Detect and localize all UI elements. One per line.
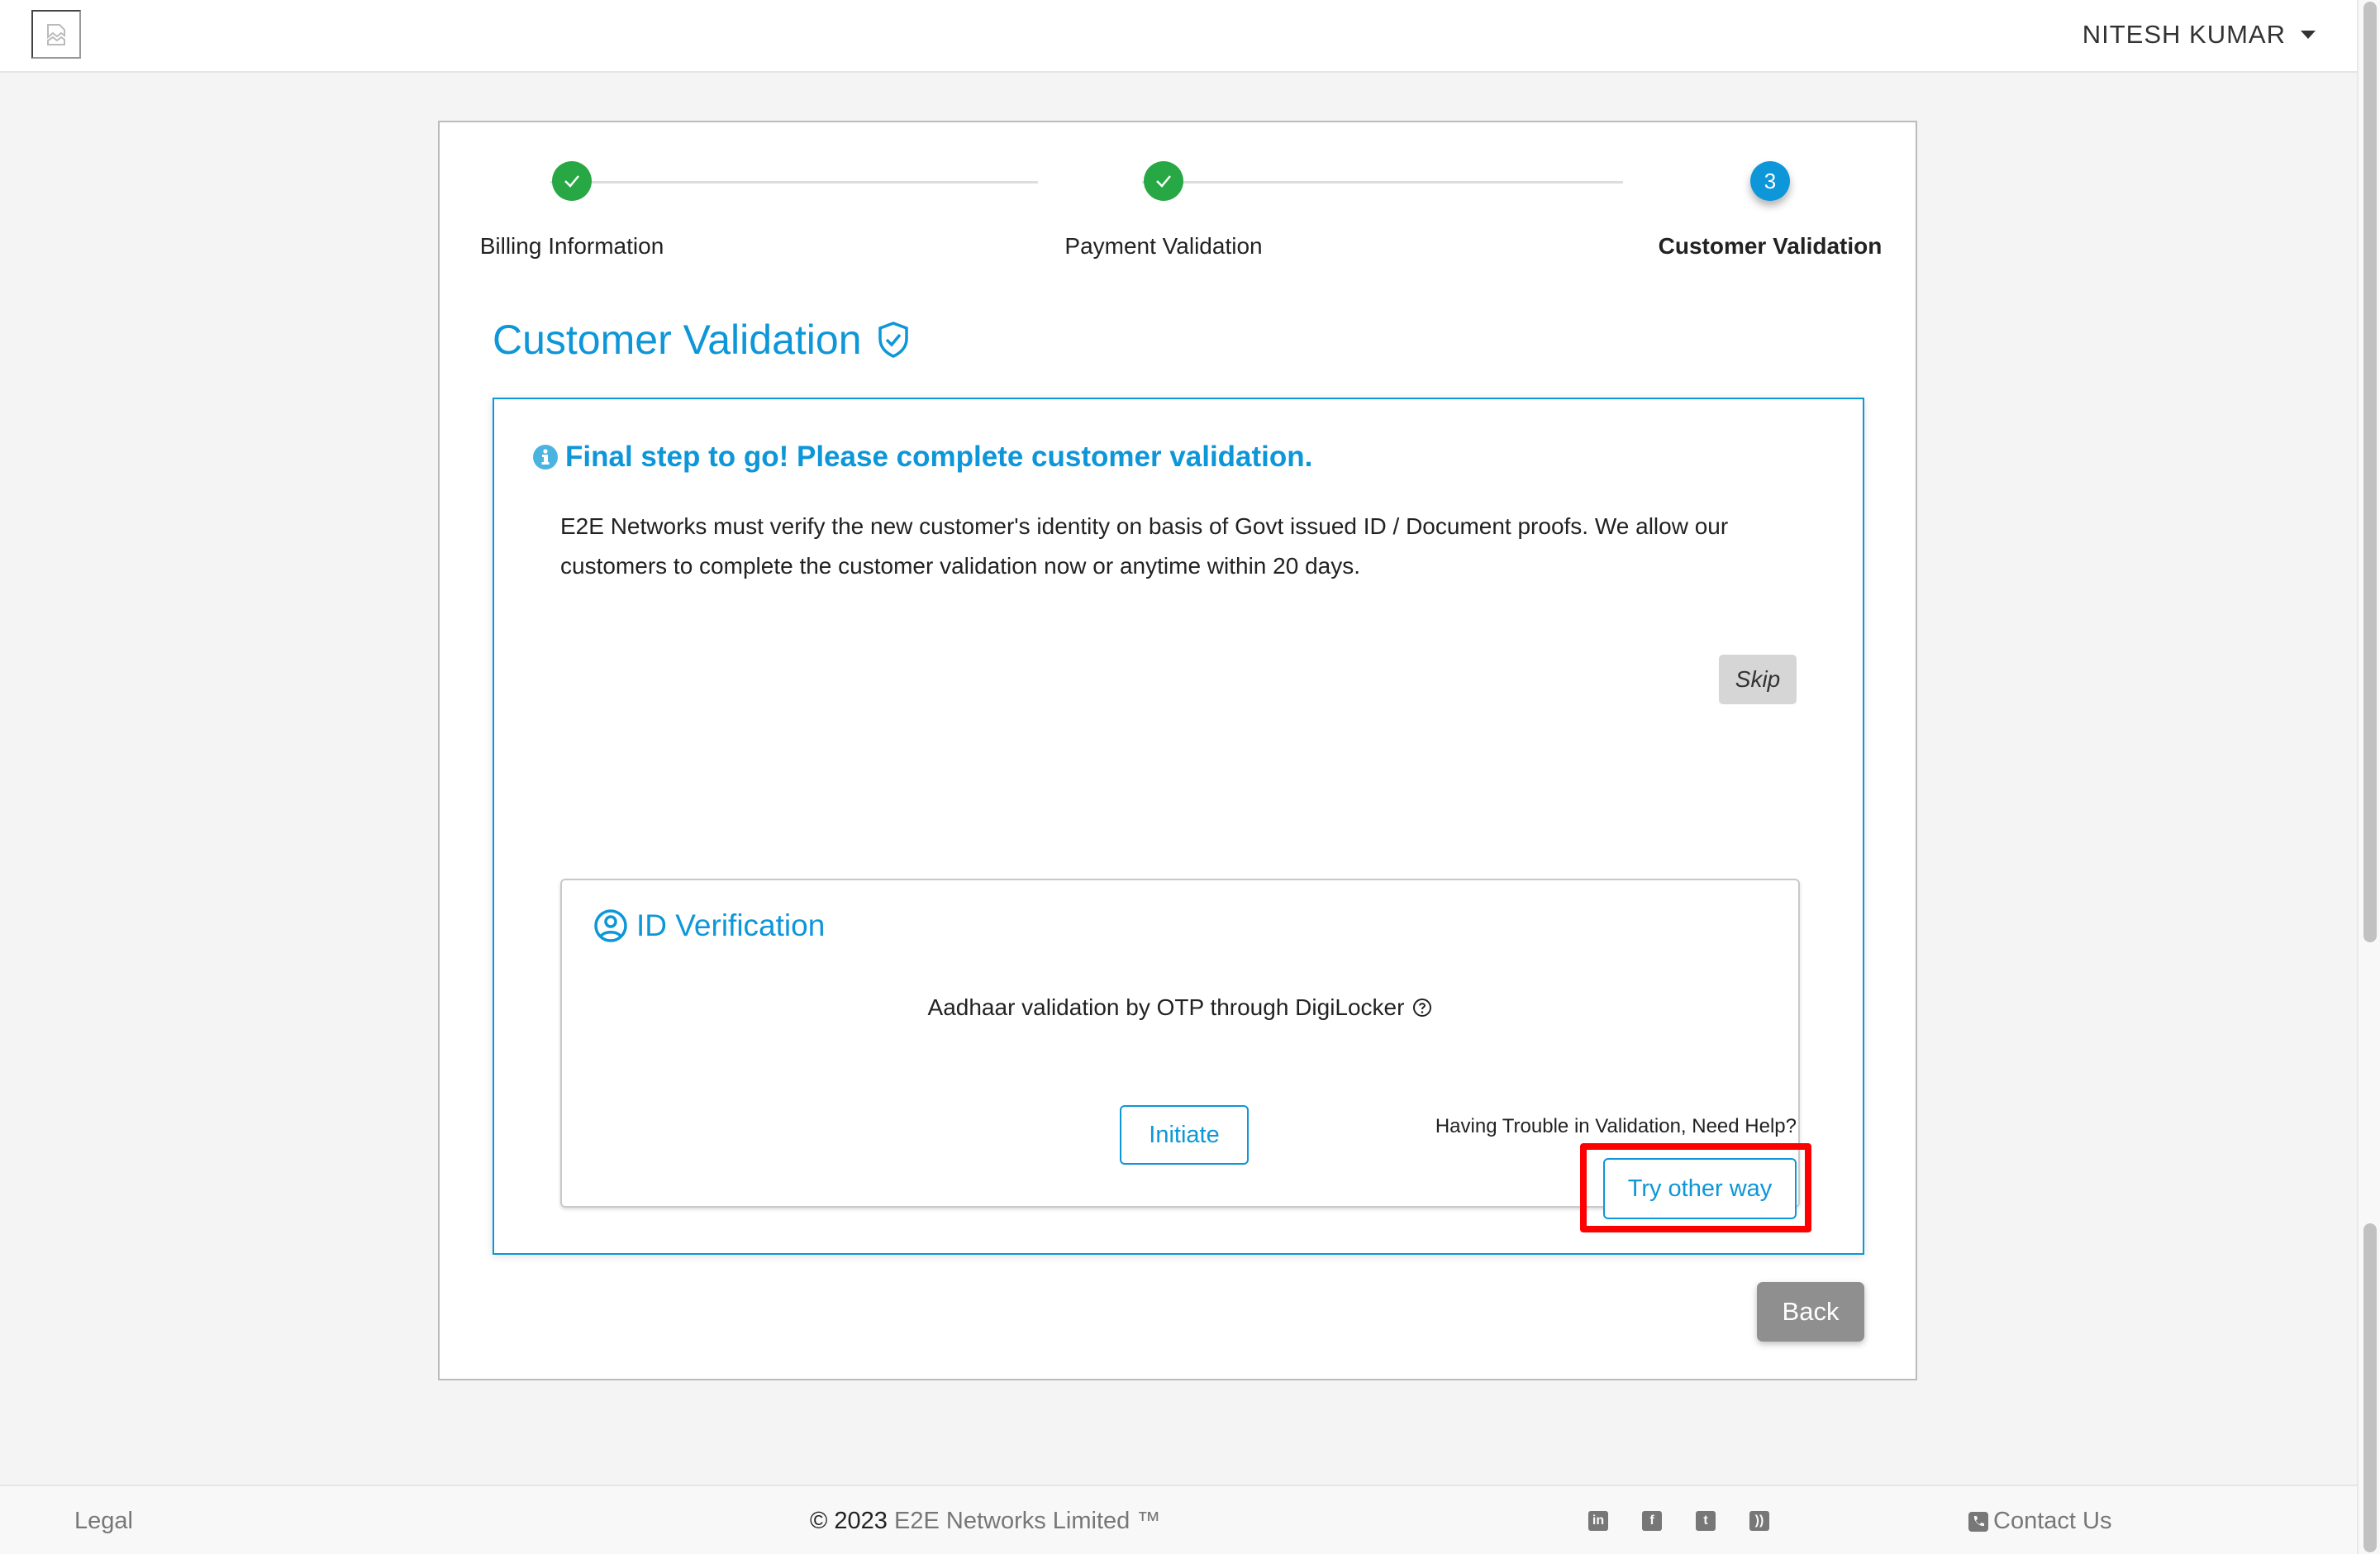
user-menu-dropdown[interactable]: NITESH KUMAR bbox=[2082, 20, 2316, 50]
aadhaar-description-text: Aadhaar validation by OTP through DigiLo… bbox=[927, 994, 1405, 1020]
shield-check-icon bbox=[878, 322, 908, 358]
page-title-text: Customer Validation bbox=[493, 317, 862, 363]
legal-link[interactable]: Legal bbox=[74, 1508, 133, 1535]
user-circle-icon bbox=[594, 909, 627, 942]
step-label-billing: Billing Information bbox=[479, 233, 664, 259]
top-navbar: NITESH KUMAR bbox=[0, 0, 2357, 73]
question-circle-icon[interactable] bbox=[1412, 998, 1432, 1018]
broken-image-icon bbox=[47, 23, 65, 45]
back-button[interactable]: Back bbox=[1757, 1282, 1864, 1342]
company-name[interactable]: E2E Networks Limited ™ bbox=[894, 1508, 1160, 1534]
vertical-scrollbar[interactable] bbox=[2357, 0, 2380, 1554]
step-connector bbox=[1142, 181, 1623, 184]
phone-icon bbox=[1968, 1511, 1988, 1532]
step-1-check-icon bbox=[552, 161, 592, 201]
skip-button[interactable]: Skip bbox=[1719, 655, 1797, 704]
step-connector bbox=[550, 181, 1038, 184]
copyright-year: © 2023 bbox=[810, 1508, 888, 1534]
signup-card: 3 Billing Information Payment Validation… bbox=[438, 121, 1917, 1380]
page-title: Customer Validation bbox=[493, 316, 910, 364]
step-3-marker: 3 bbox=[1750, 161, 1790, 201]
caret-down-icon bbox=[2301, 31, 2316, 39]
step-label-customer: Customer Validation bbox=[1658, 233, 1883, 259]
id-verification-title-text: ID Verification bbox=[636, 908, 826, 942]
contact-us-link[interactable]: Contact Us bbox=[1968, 1508, 2111, 1535]
footer: Legal © 2023 E2E Networks Limited ™ in f… bbox=[0, 1485, 2357, 1554]
notice-heading: Final step to go! Please complete custom… bbox=[532, 441, 1312, 474]
id-verification-title: ID Verification bbox=[593, 908, 825, 943]
notice-description: E2E Networks must verify the new custome… bbox=[560, 513, 1729, 579]
progress-stepper: 3 Billing Information Payment Validation… bbox=[440, 122, 1916, 288]
initiate-button[interactable]: Initiate bbox=[1120, 1105, 1249, 1165]
aadhaar-description: Aadhaar validation by OTP through DigiLo… bbox=[562, 994, 1798, 1021]
logo[interactable] bbox=[31, 10, 81, 59]
try-other-way-button[interactable]: Try other way bbox=[1603, 1158, 1797, 1219]
facebook-icon[interactable]: f bbox=[1642, 1511, 1662, 1531]
contact-us-text: Contact Us bbox=[1993, 1508, 2112, 1534]
scrollbar-thumb[interactable] bbox=[2363, 2, 2377, 942]
customer-validation-panel: Final step to go! Please complete custom… bbox=[493, 398, 1864, 1255]
notice-heading-text: Final step to go! Please complete custom… bbox=[565, 441, 1313, 473]
step-label-payment: Payment Validation bbox=[1064, 233, 1263, 259]
copyright: © 2023 E2E Networks Limited ™ bbox=[810, 1508, 1160, 1535]
step-2-check-icon bbox=[1144, 161, 1183, 201]
user-name: NITESH KUMAR bbox=[2082, 20, 2286, 49]
social-links: in f t )) bbox=[1588, 1511, 1769, 1531]
scrollbar-thumb-secondary[interactable] bbox=[2363, 1223, 2377, 1552]
rss-icon[interactable]: )) bbox=[1749, 1511, 1769, 1531]
info-circle-icon bbox=[533, 445, 558, 470]
linkedin-icon[interactable]: in bbox=[1588, 1511, 1608, 1531]
help-text: Having Trouble in Validation, Need Help? bbox=[1435, 1115, 1797, 1137]
twitter-icon[interactable]: t bbox=[1696, 1511, 1716, 1531]
